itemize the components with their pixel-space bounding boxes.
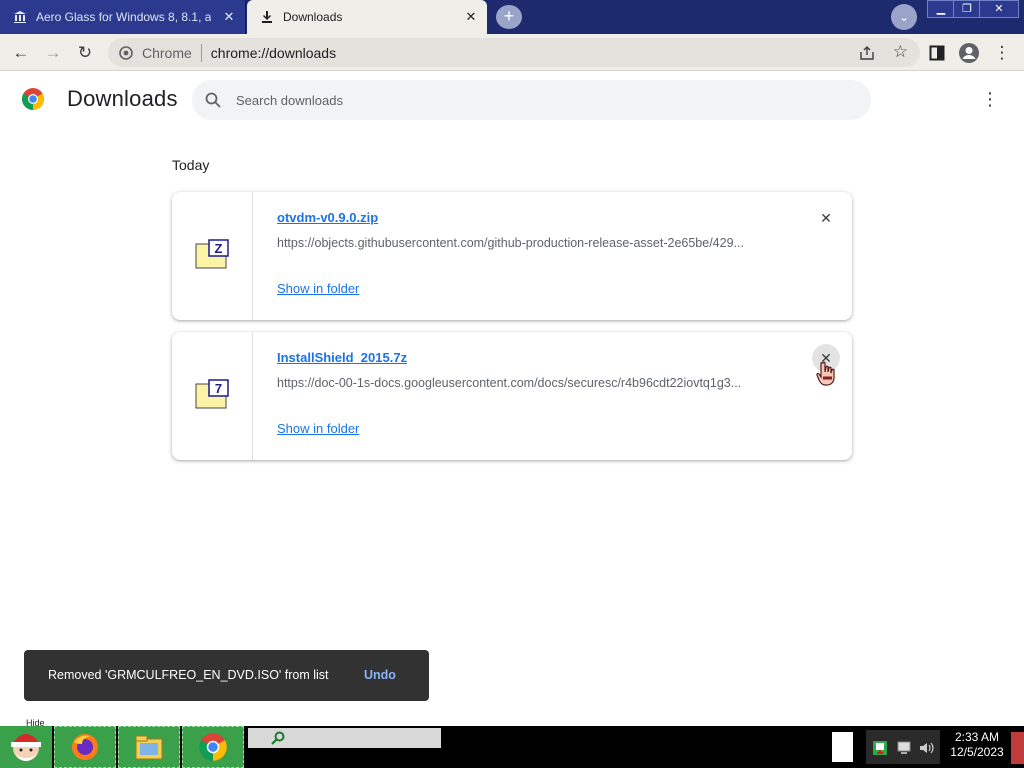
file-name-link[interactable]: InstallShield_2015.7z	[277, 350, 407, 365]
chrome-icon	[199, 733, 227, 761]
browser-titlebar: Aero Glass for Windows 8, 8.1, and ✕ Dow…	[0, 0, 1024, 34]
bookmark-star-icon[interactable]: ☆	[893, 42, 908, 62]
file-name-link[interactable]: otvdm-v0.9.0.zip	[277, 210, 378, 225]
share-icon[interactable]	[858, 44, 876, 62]
download-icon	[259, 9, 275, 25]
browser-menu-icon[interactable]: ⋮	[989, 40, 1015, 66]
toast-message: Removed 'GRMCULFREO_EN_DVD.ISO' from lis…	[48, 668, 329, 682]
download-item: Z otvdm-v0.9.0.zip https://objects.githu…	[172, 192, 852, 320]
file-source-url[interactable]: https://objects.githubusercontent.com/gi…	[277, 236, 772, 250]
tab-downloads[interactable]: Downloads ✕	[247, 0, 487, 34]
date-section-header: Today	[172, 157, 210, 173]
zip-file-icon: Z	[195, 239, 229, 269]
system-tray	[866, 730, 940, 764]
forward-arrow-icon[interactable]: →	[40, 40, 66, 66]
file-icon-column: Z	[172, 192, 253, 320]
taskbar-file-explorer[interactable]	[118, 726, 180, 768]
tab-close-icon[interactable]: ✕	[221, 9, 237, 25]
computer-icon[interactable]	[896, 740, 912, 756]
downloads-header: Downloads ⋮	[0, 72, 1024, 128]
reload-icon[interactable]: ↻	[72, 40, 98, 66]
new-tab-button[interactable]: +	[496, 5, 522, 29]
address-bar[interactable]: Chrome chrome://downloads ☆	[108, 38, 920, 67]
search-input[interactable]	[236, 80, 836, 120]
restore-button[interactable]: ❐	[953, 0, 981, 18]
omnibox-divider	[200, 43, 202, 62]
url-text[interactable]: chrome://downloads	[211, 45, 336, 61]
show-in-folder-link[interactable]: Show in folder	[277, 421, 359, 436]
taskbar-clock[interactable]: 2:33 AM 12/5/2023	[944, 730, 1010, 760]
tab-title: Downloads	[283, 10, 343, 24]
window-close-button[interactable]: ✕	[979, 0, 1019, 18]
file-explorer-icon	[135, 735, 163, 760]
network-icon[interactable]	[872, 740, 888, 756]
clock-time: 2:33 AM	[954, 730, 1000, 744]
show-in-folder-link[interactable]: Show in folder	[277, 281, 359, 296]
hand-cursor-icon	[816, 361, 835, 386]
profile-avatar-icon[interactable]	[956, 40, 982, 66]
taskbar-firefox[interactable]	[54, 726, 116, 768]
svg-text:7: 7	[215, 381, 222, 396]
back-arrow-icon[interactable]: ←	[8, 40, 34, 66]
firefox-icon	[72, 734, 98, 760]
download-item: 7 InstallShield_2015.7z https://doc-00-1…	[172, 332, 852, 460]
museum-icon	[12, 9, 28, 25]
7z-file-icon: 7	[195, 379, 229, 409]
show-desktop-button[interactable]	[1011, 732, 1024, 764]
page-title: Downloads	[67, 86, 178, 111]
file-icon-column: 7	[172, 332, 253, 460]
minimize-button[interactable]: ▁	[927, 0, 955, 18]
tab-close-icon[interactable]: ✕	[463, 9, 479, 25]
search-box[interactable]	[192, 80, 871, 120]
tab-title: Aero Glass for Windows 8, 8.1, and	[36, 10, 211, 24]
tab-search-chevron-icon[interactable]: ⌄	[891, 4, 917, 30]
remove-from-list-icon[interactable]: ✕	[812, 204, 840, 232]
volume-icon[interactable]	[918, 740, 934, 756]
file-source-url[interactable]: https://doc-00-1s-docs.googleusercontent…	[277, 376, 772, 390]
start-button[interactable]	[0, 726, 52, 768]
chrome-logo-icon	[22, 88, 44, 110]
chrome-page-icon	[118, 45, 134, 61]
clock-date: 12/5/2023	[950, 745, 1004, 759]
more-actions-icon[interactable]: ⋮	[979, 86, 1001, 112]
santa-start-icon	[11, 734, 41, 761]
taskbar-search-box[interactable]	[248, 728, 441, 748]
snackbar-toast: Removed 'GRMCULFREO_EN_DVD.ISO' from lis…	[24, 650, 429, 701]
tray-placeholder	[832, 732, 853, 762]
search-icon	[205, 92, 221, 108]
browser-toolbar: ← → ↻ Chrome chrome://downloads ☆ ⋮	[0, 34, 1024, 71]
taskbar: 2:33 AM 12/5/2023	[0, 726, 1024, 768]
tab-aero-glass[interactable]: Aero Glass for Windows 8, 8.1, and ✕	[0, 0, 246, 34]
side-panel-icon[interactable]	[924, 40, 950, 66]
search-icon	[271, 731, 285, 745]
svg-text:Z: Z	[215, 241, 223, 256]
undo-button[interactable]: Undo	[364, 668, 396, 682]
site-chip-label: Chrome	[142, 44, 192, 61]
taskbar-chrome[interactable]	[182, 726, 244, 768]
